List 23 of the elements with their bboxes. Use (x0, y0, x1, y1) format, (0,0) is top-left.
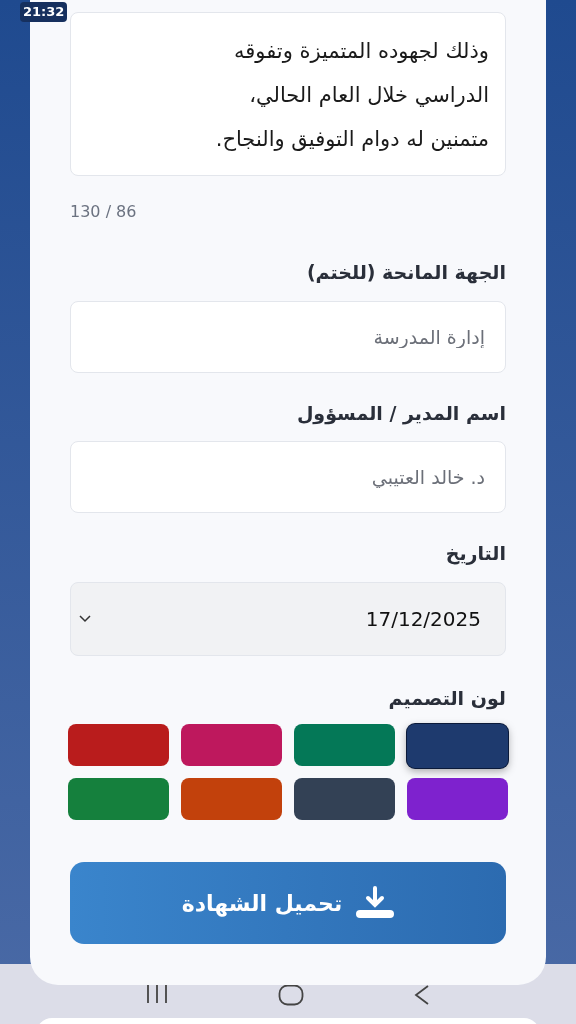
download-button[interactable]: تحميل الشهادة (70, 862, 506, 944)
status-time: 21:32 (20, 2, 68, 22)
text-field[interactable]: إدارة المدرسة (70, 300, 506, 373)
date-select[interactable]: 17/12/2025 (70, 581, 506, 656)
field-label: الجهة المانحة (للختم) (306, 260, 506, 286)
color-swatch[interactable] (68, 778, 169, 820)
color-swatch[interactable] (181, 724, 282, 766)
color-swatch[interactable] (294, 778, 395, 820)
message-textarea[interactable]: وذلك لجهوده المتميزة وتفوقه الدراسي خلال العام الحالي، متمنين له دوام التوفيق والنجاح. (70, 12, 506, 176)
download-icon (356, 886, 395, 920)
color-swatch[interactable] (407, 724, 508, 768)
field-label: اسم المدير / المسؤول (296, 400, 506, 427)
recent-apps-icon[interactable] (144, 984, 169, 1004)
color-swatch[interactable] (181, 778, 282, 820)
field-label: لون التصميم (388, 685, 506, 712)
text-field[interactable]: د. خالد العتيبي (70, 441, 506, 513)
chevron-down-icon (79, 614, 91, 623)
color-swatch[interactable] (294, 724, 395, 766)
color-swatch[interactable] (407, 778, 508, 820)
home-icon[interactable] (278, 984, 304, 1006)
field-label: التاريخ (445, 541, 506, 567)
character-counter: 130 / 86 (70, 201, 137, 223)
color-swatch[interactable] (68, 724, 169, 766)
